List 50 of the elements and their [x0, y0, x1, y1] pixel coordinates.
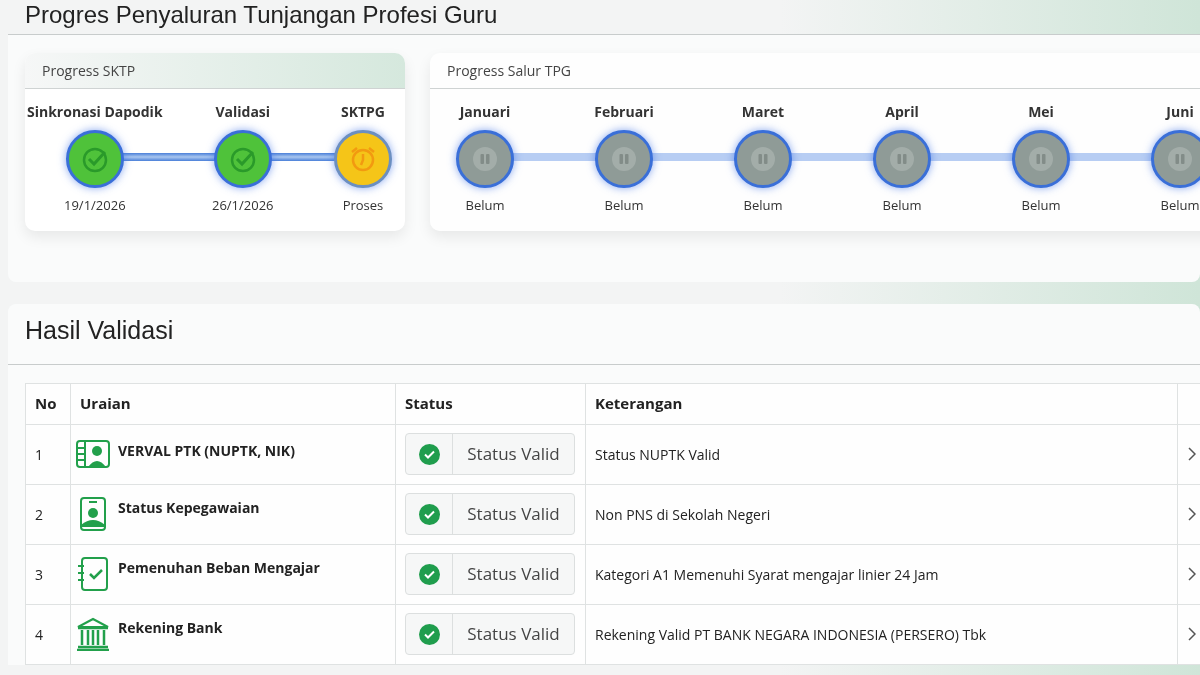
column-header: Uraian	[70, 383, 396, 424]
step-label: Sinkronasi Dapodik	[27, 101, 163, 122]
bank-icon	[76, 617, 110, 651]
step-status: Belum	[604, 196, 644, 216]
step-status: Belum	[882, 196, 922, 216]
column-header: Keterangan	[585, 383, 1178, 424]
chevron-right-icon[interactable]	[1188, 507, 1196, 521]
table-cell: Kategori A1 Memenuhi Syarat mengajar linier 24 Jam	[585, 544, 1178, 604]
step-status: Belum	[1021, 196, 1061, 216]
table-cell: Rekening Valid PT BANK NEGARA INDONESIA (PERSERO) Tbk	[585, 604, 1178, 664]
status-text: Status Valid	[466, 441, 561, 468]
step-status: 19/1/2026	[64, 196, 126, 216]
step-status: Belum	[465, 196, 505, 216]
item-title: Status Kepegawaian	[118, 497, 260, 518]
step-label: Maret	[741, 101, 785, 122]
step-status: Proses	[342, 196, 384, 216]
column-header: Status	[395, 383, 586, 424]
status-text: Status Valid	[466, 561, 561, 588]
step-status: 26/1/2026	[212, 196, 274, 216]
item-title: VERVAL PTK (NUPTK, NIK)	[118, 440, 295, 461]
chevron-right-icon[interactable]	[1188, 567, 1196, 581]
step-label: Januari	[459, 101, 511, 122]
status-text: Status Valid	[466, 621, 561, 648]
item-title: Rekening Bank	[118, 617, 223, 638]
status-text: Status Valid	[466, 501, 561, 528]
step-label: Juni	[1166, 101, 1194, 122]
badge-icon	[79, 497, 107, 531]
chevron-right-icon[interactable]	[1188, 627, 1196, 641]
checklist-icon	[77, 557, 109, 591]
step-label: Februari	[594, 101, 654, 122]
id-card-icon	[76, 440, 110, 468]
step-label: Mei	[1028, 101, 1054, 122]
step-status: Belum	[1160, 196, 1200, 216]
step-label: SKTPG	[340, 101, 385, 122]
item-title: Pemenuhan Beban Mengajar	[118, 557, 320, 578]
card-title: Progress SKTP	[42, 60, 136, 81]
step-label: Validasi	[215, 101, 271, 122]
table-cell: 4	[25, 604, 71, 664]
page-title: Progres Penyaluran Tunjangan Profesi Guru	[25, 0, 499, 30]
table-cell: 2	[25, 484, 71, 544]
table-cell: 1	[25, 424, 71, 484]
chevron-right-icon[interactable]	[1188, 447, 1196, 461]
table-cell: 3	[25, 544, 71, 604]
section-title: Hasil Validasi	[24, 315, 175, 346]
card-title: Progress Salur TPG	[447, 60, 571, 81]
column-header: No	[25, 383, 71, 424]
step-label: April	[885, 101, 919, 122]
table-cell: Status NUPTK Valid	[585, 424, 1178, 484]
step-status: Belum	[743, 196, 783, 216]
table-cell: Non PNS di Sekolah Negeri	[585, 484, 1178, 544]
